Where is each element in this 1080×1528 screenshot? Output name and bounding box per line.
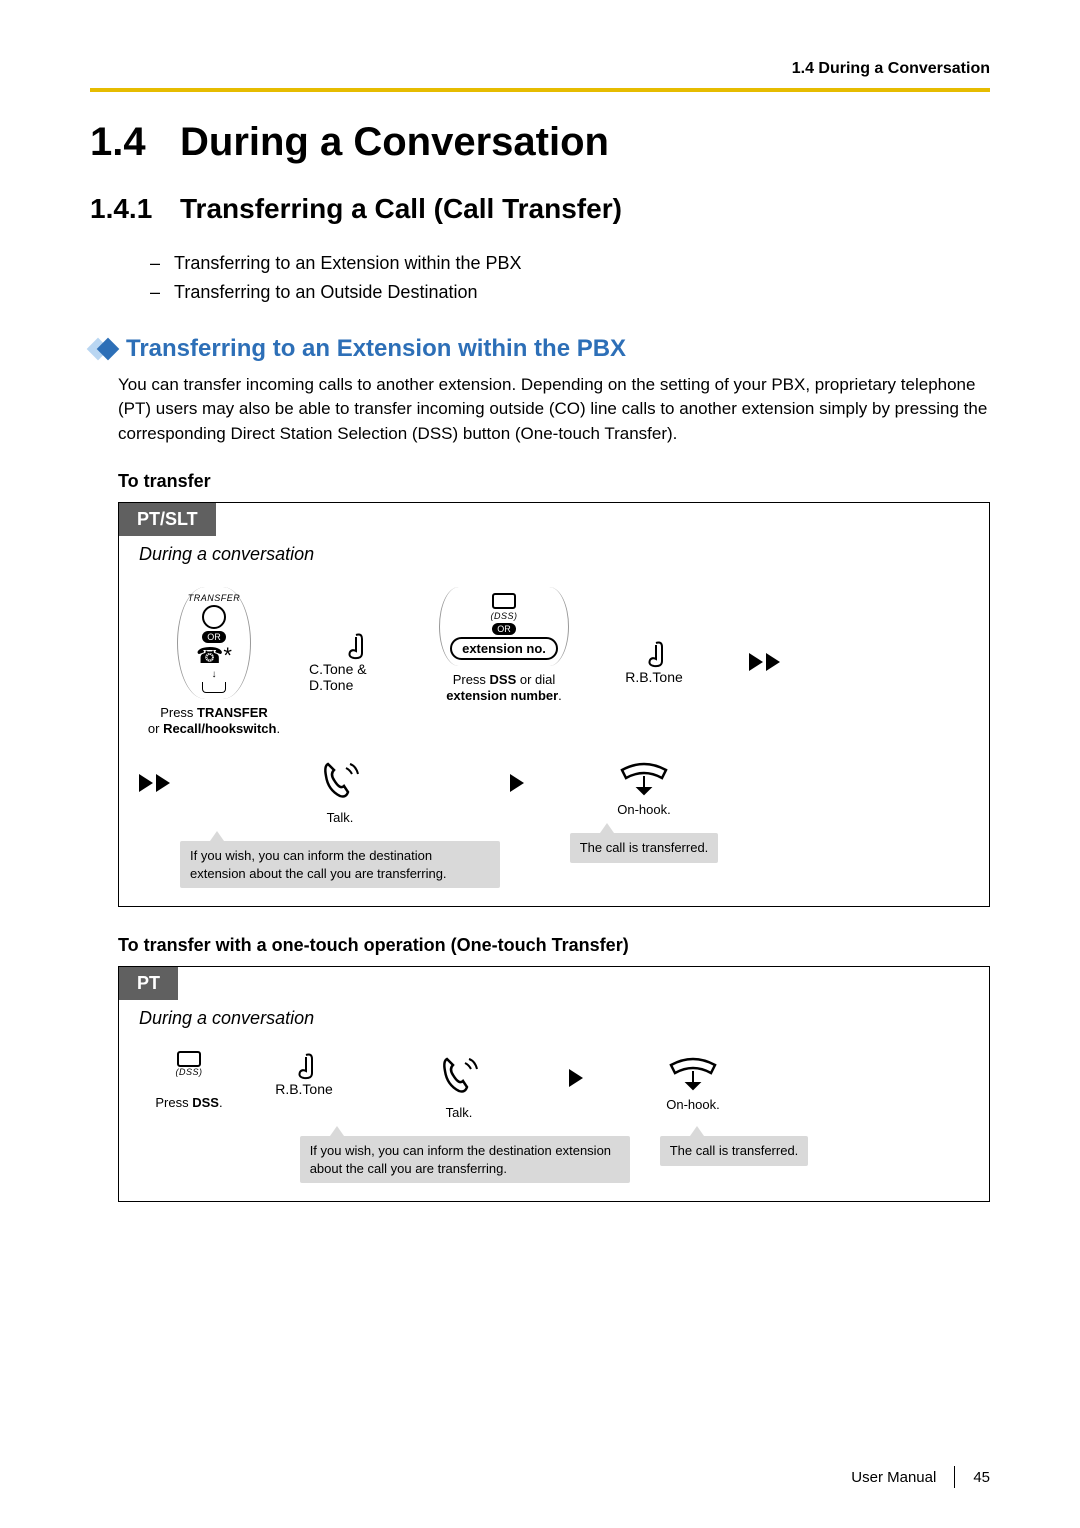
page-footer: User Manual 45: [851, 1466, 990, 1488]
footer-separator: [954, 1466, 955, 1488]
tip-callout: The call is transferred.: [570, 833, 719, 863]
step-caption: Press DSS or dial extension number.: [446, 672, 562, 706]
extension-number-pill: extension no.: [450, 637, 558, 660]
step-caption: Talk.: [446, 1105, 473, 1122]
procedure-box: PT During a conversation (DSS) Press DSS…: [118, 966, 990, 1202]
tone-icon: [642, 639, 666, 669]
phone-type-tab: PT: [119, 967, 178, 1000]
step-onhook: On-hook. The call is transferred.: [544, 756, 744, 862]
section-heading: 1.4During a Conversation: [90, 120, 990, 165]
section-title: During a Conversation: [180, 120, 609, 164]
alt-group: TRANSFER OR ☎︎* ↓: [177, 587, 252, 699]
continue-arrow-icon: [749, 653, 780, 671]
or-label: OR: [492, 623, 516, 635]
dss-button-icon: [177, 1051, 201, 1067]
arrow-icon: [510, 774, 524, 792]
handset-talk-icon: [316, 756, 364, 804]
topic-heading: Transferring to an Extension within the …: [126, 335, 626, 363]
section-number: 1.4: [90, 120, 180, 165]
step-caption: Talk.: [327, 810, 354, 827]
step-tone: C.Tone & D.Tone: [309, 631, 399, 693]
step-tone: R.B.Tone: [259, 1051, 349, 1097]
tone-icon: [342, 631, 366, 661]
tip-callout: If you wish, you can inform the destinat…: [180, 841, 500, 888]
procedure-context: During a conversation: [139, 1008, 989, 1029]
handset-onhook-icon: [665, 1051, 721, 1091]
footer-label: User Manual: [851, 1469, 936, 1486]
step-caption: On-hook.: [617, 802, 670, 819]
flow-diagram: TRANSFER OR ☎︎* ↓ Press TRANSFER or Reca…: [119, 573, 989, 907]
step-transfer: TRANSFER OR ☎︎* ↓ Press TRANSFER or Reca…: [139, 587, 289, 739]
subsection-number: 1.4.1: [90, 193, 180, 225]
cradle-icon: [202, 682, 226, 693]
transfer-button-icon: [202, 605, 226, 629]
tip-callout: If you wish, you can inform the destinat…: [300, 1136, 630, 1183]
flow-diagram: (DSS) Press DSS. R.B.Tone Talk.: [119, 1037, 989, 1201]
list-item: Transferring to an Extension within the …: [150, 249, 990, 278]
handset-talk-icon: [435, 1051, 483, 1099]
tone-label: C.Tone & D.Tone: [309, 661, 399, 693]
step-dial: (DSS) OR extension no. Press DSS or dial…: [419, 587, 589, 706]
subsection-title: Transferring a Call (Call Transfer): [180, 193, 622, 224]
diamond-icon: [90, 341, 116, 357]
list-item: Transferring to an Outside Destination: [150, 278, 990, 307]
procedure-heading: To transfer: [118, 471, 990, 492]
step-onhook: On-hook.: [603, 1051, 783, 1114]
running-head: 1.4 During a Conversation: [90, 60, 990, 78]
transfer-key-label: TRANSFER: [188, 593, 241, 603]
dss-label: (DSS): [490, 611, 517, 621]
tone-icon: [292, 1051, 316, 1081]
tip-callout: The call is transferred.: [660, 1136, 809, 1166]
dss-label: (DSS): [176, 1067, 203, 1077]
alt-group: (DSS) OR extension no.: [439, 587, 569, 666]
step-caption: On-hook.: [666, 1097, 719, 1114]
phone-type-tab: PT/SLT: [119, 503, 216, 536]
page-number: 45: [973, 1469, 990, 1486]
dss-button-icon: [492, 593, 516, 609]
handset-onhook-icon: [616, 756, 672, 796]
topic-heading-row: Transferring to an Extension within the …: [90, 335, 990, 363]
continue-arrow-icon: [139, 774, 170, 792]
tone-label: R.B.Tone: [625, 669, 683, 685]
topic-list: Transferring to an Extension within the …: [150, 249, 990, 307]
header-rule: [90, 88, 990, 92]
or-label: OR: [202, 631, 226, 643]
tone-label: R.B.Tone: [275, 1081, 333, 1097]
step-caption: Press DSS.: [155, 1095, 222, 1112]
procedure-heading: To transfer with a one-touch operation (…: [118, 935, 990, 956]
step-dss: (DSS) Press DSS.: [139, 1051, 239, 1112]
hookswitch-icon: ☎︎*: [196, 645, 232, 667]
arrow-icon: [569, 1069, 583, 1087]
step-tone: R.B.Tone: [609, 639, 699, 685]
procedure-context: During a conversation: [139, 544, 989, 565]
step-caption: Press TRANSFER or Recall/hookswitch.: [148, 705, 280, 739]
intro-paragraph: You can transfer incoming calls to anoth…: [118, 373, 990, 447]
page: 1.4 During a Conversation 1.4During a Co…: [0, 0, 1080, 1528]
step-talk: Talk.: [369, 1051, 549, 1122]
step-talk: Talk. If you wish, you can inform the de…: [190, 756, 490, 888]
subsection-heading: 1.4.1Transferring a Call (Call Transfer): [90, 193, 990, 225]
procedure-box: PT/SLT During a conversation TRANSFER OR…: [118, 502, 990, 908]
